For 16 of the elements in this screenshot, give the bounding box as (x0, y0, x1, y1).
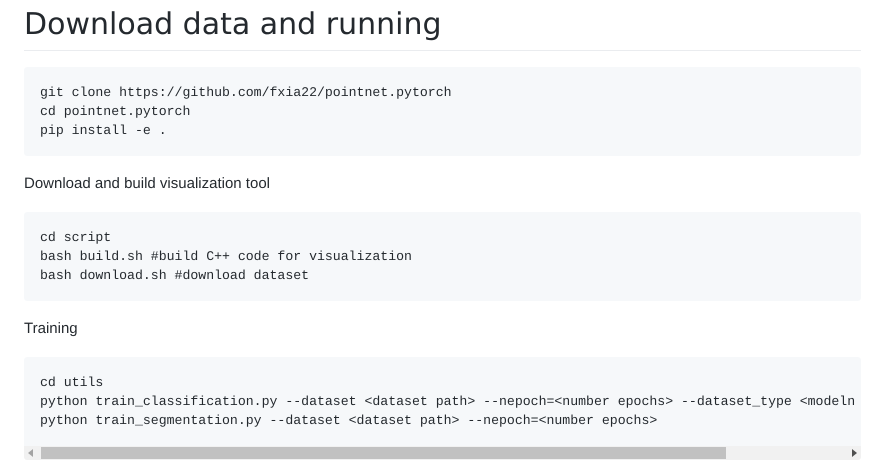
scroll-left-icon[interactable] (28, 449, 33, 457)
code-line: bash build.sh #build C++ code for visualization (40, 248, 413, 266)
code-line: python train_segmentation.py --dataset <dataset path> --nepoch=<number epochs> (40, 412, 658, 430)
paragraph: Download and build visualization tool (24, 174, 271, 194)
scroll-right-icon[interactable] (852, 449, 857, 457)
code-line: python train_classification.py --dataset <dataset path> --nepoch=<number epochs> --dataset_type <modeln (40, 393, 856, 411)
scrollbar-thumb[interactable] (41, 447, 726, 459)
code-line: git clone https://github.com/fxia22/pointnet.pytorch (40, 84, 453, 102)
page-heading: Download data and running (24, 5, 861, 51)
code-line: bash download.sh #download dataset (40, 267, 310, 285)
code-line: cd pointnet.pytorch (40, 103, 192, 121)
paragraph: Training (24, 319, 79, 339)
code-line: cd script (40, 229, 112, 247)
code-line: cd utils (40, 374, 104, 392)
horizontal-scrollbar[interactable] (24, 446, 861, 460)
code-line: pip install -e . (40, 122, 168, 140)
